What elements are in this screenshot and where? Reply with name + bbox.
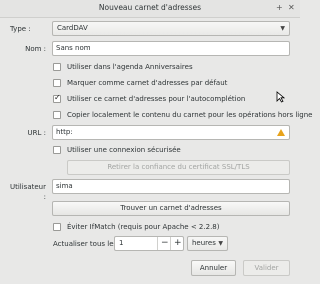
secure-connection-checkbox[interactable] [53, 146, 61, 154]
minimize-icon[interactable]: + [276, 2, 283, 14]
url-label: URL : [27, 129, 46, 137]
increment-icon[interactable]: + [174, 237, 182, 250]
type-select[interactable]: CardDAV ▼ [52, 21, 290, 36]
title-bar: Nouveau carnet d'adresses + ✕ [0, 0, 300, 18]
autocomplete-label: Utiliser ce carnet d'adresses pour l'aut… [67, 95, 246, 103]
find-addressbook-button[interactable]: Trouver un carnet d'adresses [52, 201, 290, 216]
ifmatch-label: Éviter IfMatch (requis pour Apache < 2.2… [67, 223, 220, 231]
type-label: Type : [10, 25, 31, 33]
refresh-unit-value: heures [192, 239, 216, 247]
name-field[interactable]: Sans nom [52, 41, 290, 56]
refresh-label: Actualiser tous les [53, 240, 118, 248]
default-checkbox[interactable] [53, 79, 61, 87]
autocomplete-checkbox[interactable] [53, 93, 61, 103]
chevron-down-icon: ▼ [218, 240, 223, 247]
url-field[interactable]: http: [52, 125, 290, 140]
offline-checkbox[interactable] [53, 111, 61, 119]
cancel-button[interactable]: Annuler [191, 260, 236, 276]
name-label: Nom : [25, 45, 46, 53]
window-title: Nouveau carnet d'adresses [98, 3, 202, 12]
ifmatch-checkbox[interactable] [53, 223, 61, 231]
close-icon[interactable]: ✕ [288, 2, 295, 14]
ok-button[interactable]: Valider [243, 260, 290, 276]
refresh-spinner[interactable]: 1 − + [114, 236, 184, 251]
user-field[interactable]: sima [52, 179, 290, 194]
warning-icon [277, 129, 285, 136]
retract-trust-button[interactable]: Retirer la confiance du certificat SSL/T… [67, 160, 290, 175]
mouse-cursor-icon [276, 91, 285, 103]
url-value: http: [56, 128, 73, 136]
birthday-checkbox[interactable] [53, 63, 61, 71]
chevron-down-icon: ▼ [280, 25, 285, 32]
user-label: Utilisateur : [9, 183, 46, 201]
secure-connection-label: Utiliser une connexion sécurisée [67, 146, 181, 154]
decrement-icon[interactable]: − [161, 237, 169, 250]
refresh-value: 1 [119, 239, 124, 247]
offline-label: Copier localement le contenu du carnet p… [67, 111, 313, 119]
type-select-value: CardDAV [57, 24, 88, 32]
refresh-unit-select[interactable]: heures ▼ [187, 236, 228, 251]
birthday-label: Utiliser dans l'agenda Anniversaires [67, 63, 193, 71]
default-label: Marquer comme carnet d'adresses par défa… [67, 79, 228, 87]
